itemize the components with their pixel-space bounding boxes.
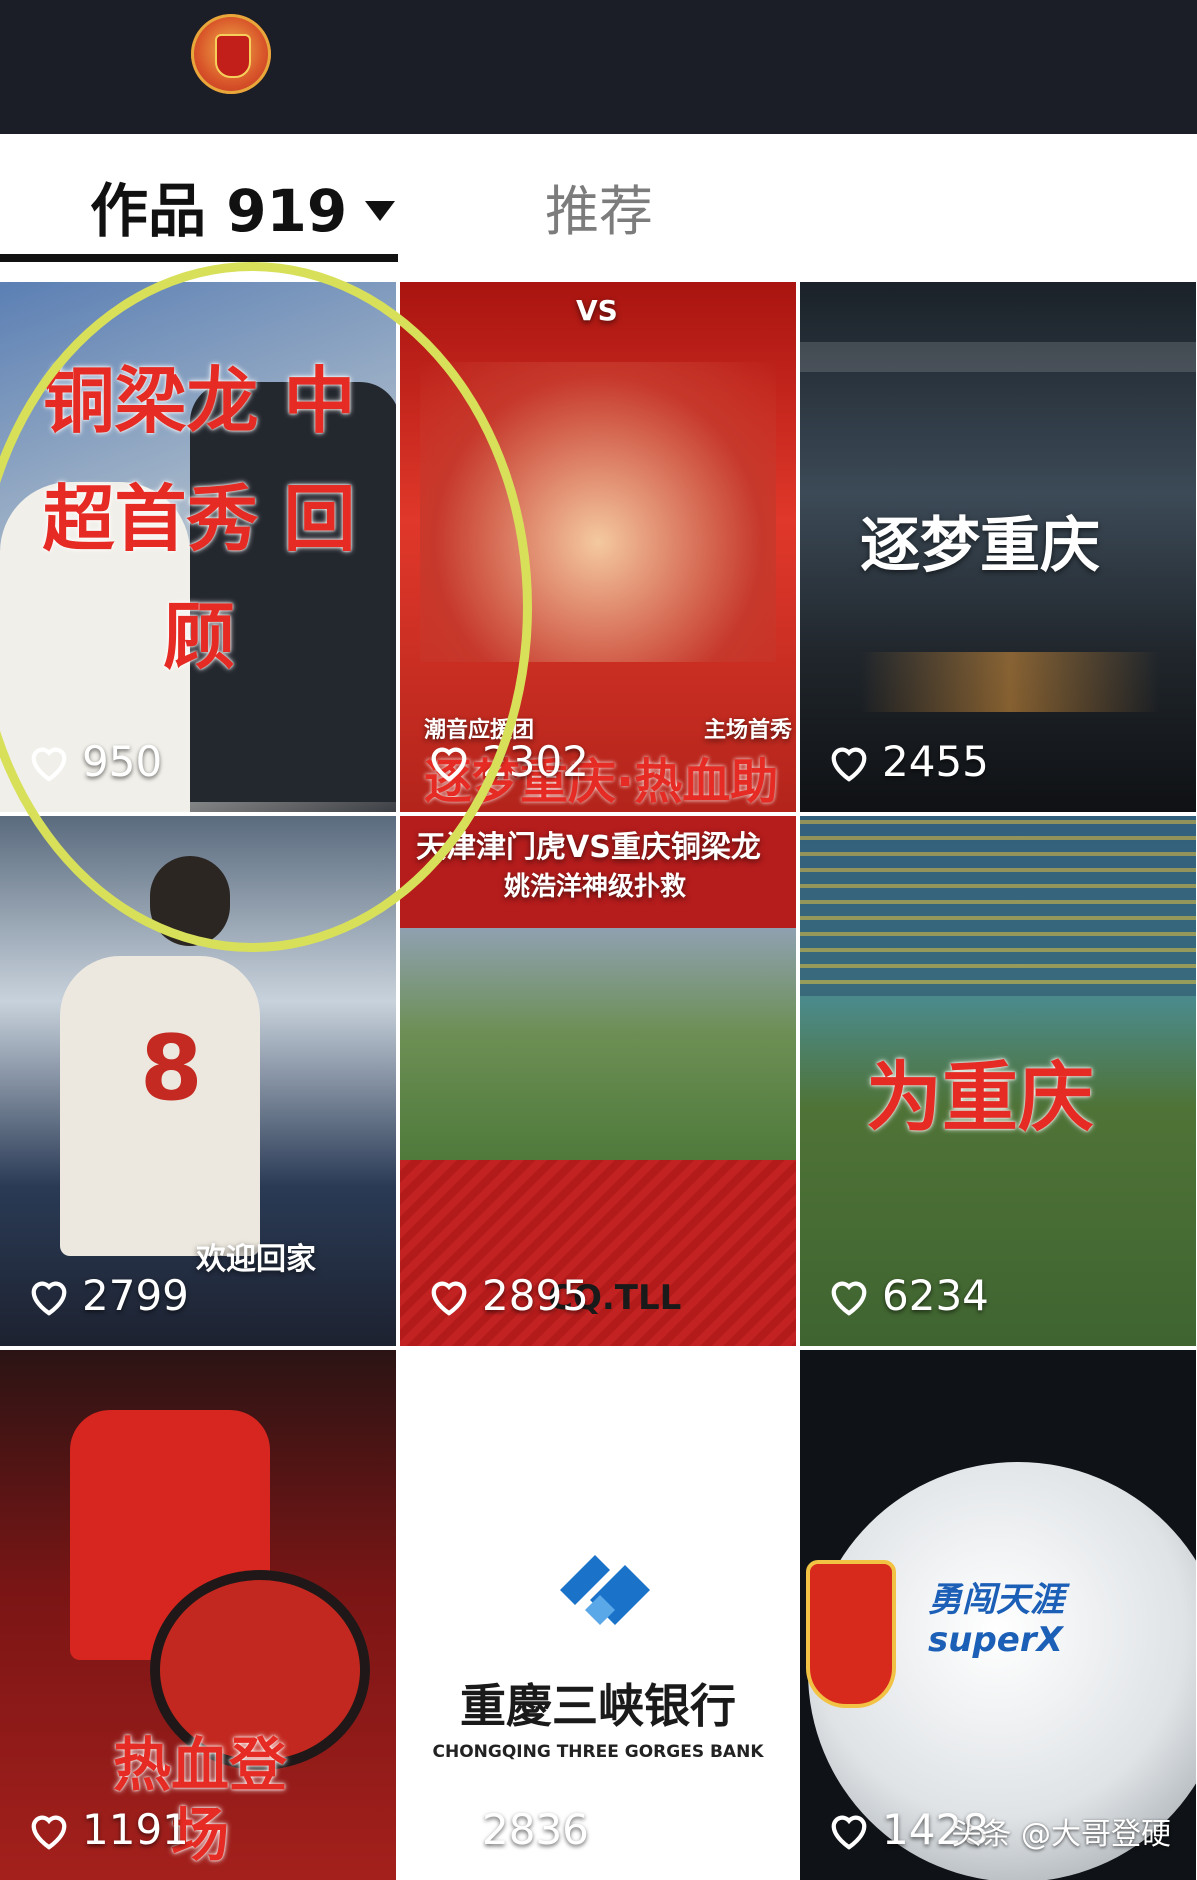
heart-icon [431,747,467,782]
heart-icon [31,747,67,782]
tile-5-caption: 天津津门虎VS重庆铜梁龙 [416,830,761,865]
top-bar [0,0,1197,134]
tile-3-caption: 逐梦重庆 [860,511,1100,581]
tile-2-vs: VS [576,294,618,327]
content-tabs: 作品 919 推荐 [0,134,1197,262]
like-count: 1191 [82,1805,189,1854]
heart-icon [831,1281,867,1316]
tile-8-likes: 2836 [426,1805,589,1854]
heart-icon [831,1815,867,1850]
video-tile-7[interactable]: 热血登场 1191 [0,1350,396,1880]
tile-2-sub-right: 主场首秀 [704,718,793,743]
tile-9-caption: 勇闯天涯 superX [928,1580,1064,1660]
tile-8-caption: 重慶三峡银行 [460,1679,736,1733]
heart-icon [431,1815,467,1850]
tab-works[interactable]: 作品 919 [90,164,396,248]
profile-avatar[interactable] [191,14,271,94]
bank-logo-icon [560,1555,650,1625]
video-tile-6[interactable]: 为重庆 6234 [800,816,1196,1346]
like-count: 2302 [482,737,589,786]
tile-4-likes: 2799 [26,1271,189,1320]
heart-icon [831,747,867,782]
tile-7-likes: 1191 [26,1805,189,1854]
video-tile-1[interactable]: 铜梁龙 中超首秀 回顾 950 [0,282,396,812]
like-count: 2895 [482,1271,589,1320]
tile-2-likes: 2302 [426,737,589,786]
like-count: 950 [82,737,163,786]
chevron-down-icon[interactable] [365,200,396,221]
tile-5-sub: 姚浩洋神级扑救 [504,872,687,902]
video-tile-2[interactable]: VS 潮音应援团 主场首秀 逐梦重庆·热血助威 2302 [400,282,796,812]
tile-6-caption: 为重庆 [866,1053,1094,1142]
tile-6-likes: 6234 [826,1271,989,1320]
tab-works-label: 作品 919 [90,177,348,245]
heart-icon [31,1815,67,1850]
tile-5-likes: 2895 [426,1271,589,1320]
video-tile-4[interactable]: 8 欢迎回家 2799 [0,816,396,1346]
video-tile-3[interactable]: 逐梦重庆 2455 [800,282,1196,812]
like-count: 2799 [82,1271,189,1320]
tile-3-likes: 2455 [826,737,989,786]
active-tab-indicator [0,254,398,262]
heart-icon [31,1281,67,1316]
video-tile-8[interactable]: 重慶三峡银行 CHONGQING THREE GORGES BANK 2836 [400,1350,796,1880]
video-tile-5[interactable]: 天津津门虎VS重庆铜梁龙 姚浩洋神级扑救 CQ.TLL 2895 [400,816,796,1346]
tile-8-sub: CHONGQING THREE GORGES BANK [432,1742,764,1762]
like-count: 2455 [882,737,989,786]
tab-recommend[interactable]: 推荐 [545,167,653,246]
tile-1-likes: 950 [26,737,162,786]
tile-4-caption: 欢迎回家 [196,1242,316,1277]
like-count: 2836 [482,1805,589,1854]
video-tile-9[interactable]: 勇闯天涯 superX 1428 [800,1350,1196,1880]
like-count: 6234 [882,1271,989,1320]
tile-1-caption: 铜梁龙 中超首秀 回顾 [42,358,356,679]
heart-icon [431,1281,467,1316]
source-watermark: 头条 @大哥登硬 [951,1817,1171,1852]
